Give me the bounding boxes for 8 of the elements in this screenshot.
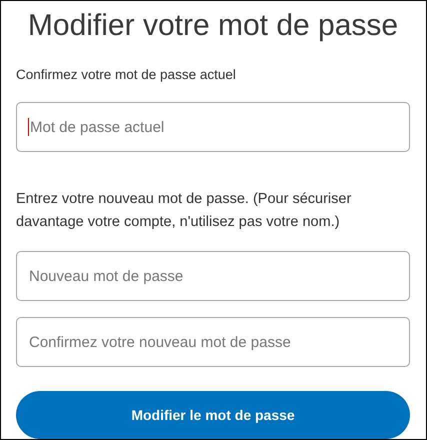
password-field[interactable]: Nouveau mot de passe [16,251,410,301]
field-label: Confirmez votre mot de passe actuel [16,66,237,84]
text-cursor [28,118,29,136]
page-title: Modifier votre mot de passe [26,8,400,44]
password-field[interactable]: Confirmez votre nouveau mot de passe [16,317,410,367]
instruction-text: Entrez votre nouveau mot de passe. (Pour sécuriser davantage votre compte, n'utilisez pas votre nom.) [16,190,352,232]
submit-button[interactable]: Modifier le mot de passe [16,391,410,439]
password-field[interactable]: Mot de passe actuel [16,102,410,152]
